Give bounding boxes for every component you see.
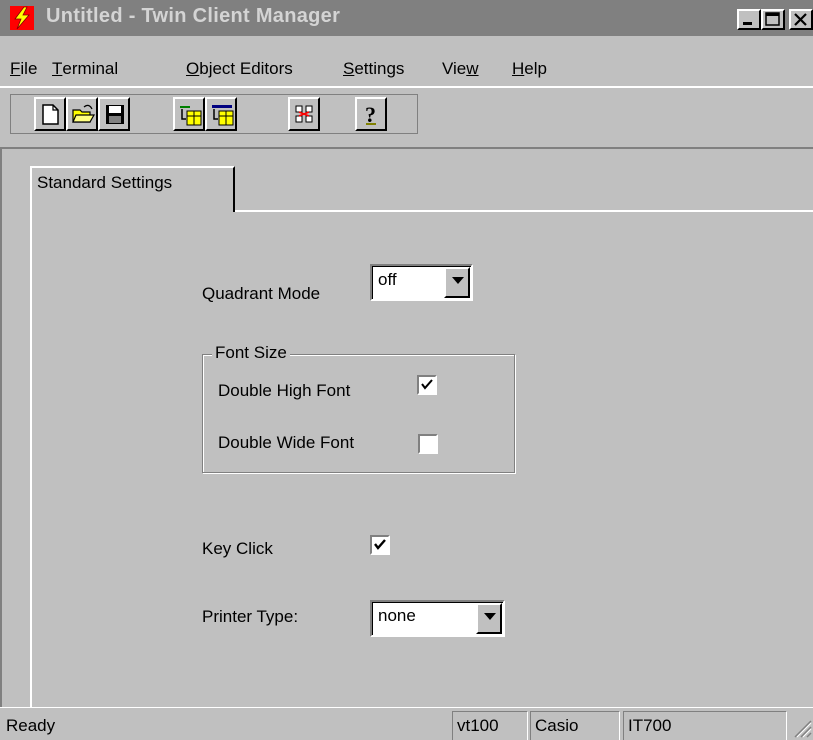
toolbar-separator [0,86,813,88]
status-pane-vendor: Casio [530,711,620,740]
chevron-down-icon [452,277,464,284]
help-icon: ? [365,103,376,127]
quadrant-mode-dropdown-button[interactable] [444,267,470,298]
font-size-group [202,354,515,473]
minimize-button[interactable] [737,9,761,30]
window-title: Untitled - Twin Client Manager [46,5,341,27]
tab-panel-border-left [30,210,32,707]
save-icon [106,105,124,124]
status-message: Ready [6,716,56,735]
status-terminal: vt100 [457,716,499,735]
close-icon [794,13,807,26]
chevron-down-icon [484,613,496,620]
lightning-icon [10,6,34,30]
object-import-button[interactable] [205,97,237,131]
status-model: IT700 [628,716,672,735]
key-click-label: Key Click [202,539,273,558]
status-pane-model: IT700 [623,711,787,740]
object-editor-icon [180,106,202,126]
maximize-button[interactable] [761,9,785,30]
quadrant-mode-label: Quadrant Mode [202,284,321,303]
menu-settings[interactable]: Settings [343,59,404,79]
menu-file[interactable]: File [10,59,37,79]
save-button[interactable] [98,97,130,131]
object-editor-button[interactable] [173,97,205,131]
checkmark-icon [374,539,386,550]
double-high-font-checkbox[interactable] [417,375,437,395]
checkmark-icon [421,379,433,390]
quadrant-mode-value: off [378,270,397,289]
double-wide-font-label: Double Wide Font [218,433,355,452]
tab-label: Standard Settings [37,173,173,192]
font-size-group-label: Font Size [212,343,290,363]
close-button[interactable] [789,9,813,30]
menu-view[interactable]: View [442,59,479,79]
maximize-icon [765,12,780,26]
printer-type-dropdown-button[interactable] [476,603,502,634]
printer-type-label: Printer Type: [202,607,299,626]
menu-object-editors[interactable]: Object Editors [186,59,293,79]
new-file-icon [42,104,59,125]
help-button[interactable]: ? [355,97,387,131]
key-click-checkbox[interactable] [370,535,390,555]
status-vendor: Casio [535,716,579,735]
settings-grid-icon [295,105,313,123]
open-folder-button[interactable] [66,97,98,131]
status-pane-terminal: vt100 [452,711,528,740]
menu-help[interactable]: Help [512,59,547,79]
minimize-icon [743,22,752,25]
double-wide-font-checkbox[interactable] [418,434,438,454]
printer-type-select[interactable]: none [370,600,505,637]
new-file-button[interactable] [34,97,66,131]
printer-type-value: none [378,606,416,625]
double-high-font-label: Double High Font [218,381,351,400]
settings-grid-button[interactable] [288,97,320,131]
object-import-icon [212,105,234,126]
menu-bar [0,36,813,80]
open-folder-icon [72,104,96,123]
menu-terminal[interactable]: Terminal [52,59,118,79]
resize-grip-icon[interactable] [790,716,812,738]
quadrant-mode-select[interactable]: off [370,264,473,301]
